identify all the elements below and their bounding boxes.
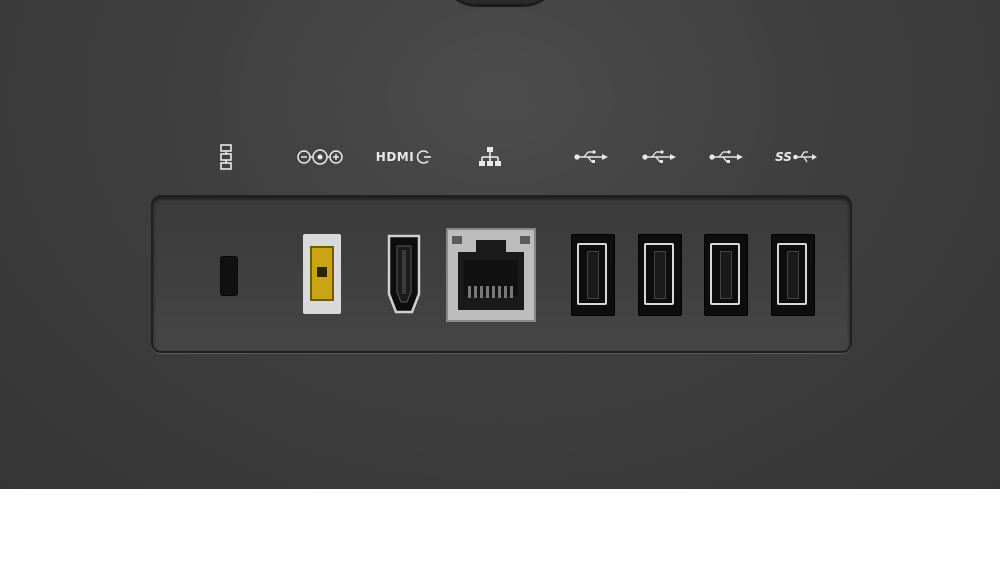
usb-tongue (587, 251, 599, 299)
hdmi-port[interactable] (386, 232, 422, 316)
usb-receptacle (577, 243, 607, 305)
usb-tongue (654, 251, 666, 299)
usb-icon (573, 140, 609, 174)
superspeed-label: SS (775, 150, 792, 164)
lock-icon (214, 140, 238, 174)
hdmi-label: HDMI (375, 150, 415, 164)
monitor-back-chassis: HDMI SS (0, 0, 1000, 489)
dc-power-input[interactable] (303, 234, 341, 314)
usb-receptacle (777, 243, 807, 305)
kensington-lock-slot[interactable] (220, 256, 238, 296)
network-icon (478, 140, 502, 174)
usb-receptacle (710, 243, 740, 305)
ethernet-port[interactable] (446, 228, 536, 322)
port-label-row: HDMI SS (0, 140, 1000, 174)
usb-port[interactable] (571, 234, 615, 316)
hdmi-icon: HDMI (371, 140, 437, 174)
usb-3-port[interactable] (771, 234, 815, 316)
usb-icon (708, 140, 744, 174)
usb-port[interactable] (638, 234, 682, 316)
usb-tongue (720, 251, 732, 299)
dc-power-icon (296, 140, 344, 174)
usb-port[interactable] (704, 234, 748, 316)
power-connector-tip (310, 246, 334, 301)
usb-superspeed-icon: SS (774, 140, 818, 174)
usb-receptacle (644, 243, 674, 305)
power-pin (317, 267, 327, 277)
usb-icon (641, 140, 677, 174)
usb-tongue (787, 251, 799, 299)
stand-mount (440, 0, 560, 7)
